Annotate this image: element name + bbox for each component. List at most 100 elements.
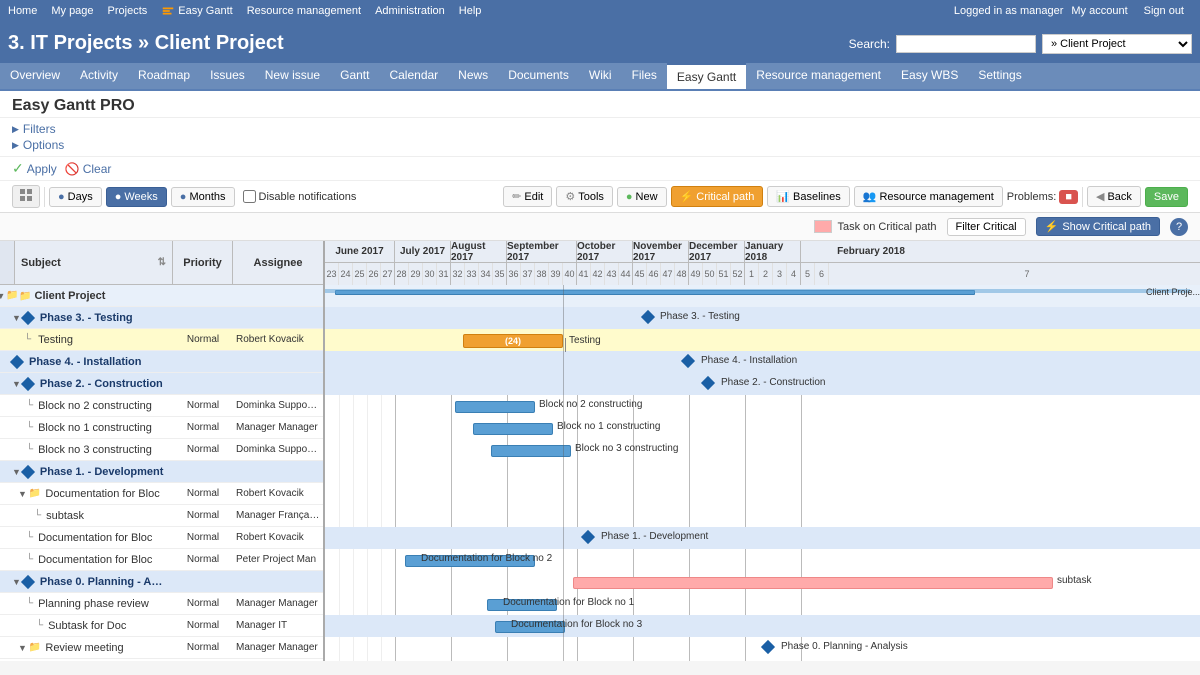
days-button[interactable]: ● Days <box>49 187 102 207</box>
weeks-icon: ● <box>115 191 122 203</box>
nav-help[interactable]: Help <box>459 5 482 17</box>
tab-easy-wbs[interactable]: Easy WBS <box>891 63 968 89</box>
week-5: 5 <box>801 263 815 285</box>
nav-mypage[interactable]: My page <box>51 5 93 17</box>
gantt-left-header: Subject ⇅ Priority Assignee <box>0 241 323 285</box>
block1-assignee: Manager Manager <box>233 422 323 433</box>
subject-header[interactable]: Subject ⇅ <box>15 241 173 284</box>
expand-doc[interactable]: ▼ <box>18 489 27 499</box>
review-group-name: Review meeting <box>43 642 173 654</box>
expand-icon[interactable]: ▼ <box>0 291 5 301</box>
nav-projects[interactable]: Projects <box>108 5 148 17</box>
sort-icon[interactable]: ⇅ <box>158 257 166 268</box>
indent-subtask: └ <box>34 510 41 521</box>
help-button[interactable]: ? <box>1170 218 1188 236</box>
back-button[interactable]: ◀ Back <box>1087 186 1141 207</box>
critical-path-button[interactable]: ⚡ Critical path <box>671 186 764 207</box>
indent-doc2: └ <box>26 532 33 543</box>
tab-settings[interactable]: Settings <box>968 63 1031 89</box>
bar-block1[interactable] <box>473 423 553 435</box>
search-input[interactable] <box>896 35 1036 53</box>
week-4: 4 <box>787 263 801 285</box>
phase3-name: Phase 3. - Testing <box>36 312 173 324</box>
filter-critical-button[interactable]: Filter Critical <box>947 218 1026 236</box>
separator-2 <box>1082 187 1083 207</box>
problems-badge: ■ <box>1059 190 1078 204</box>
week-1: 1 <box>745 263 759 285</box>
tab-files[interactable]: Files <box>622 63 667 89</box>
title-search-bar: 3. IT Projects » Client Project Search: … <box>0 22 1200 63</box>
bar-testing[interactable]: (24) <box>463 334 563 348</box>
block3-priority: Normal <box>173 444 233 455</box>
month-sep17: September 2017 <box>507 241 577 262</box>
edit-button[interactable]: ✏ Edit <box>503 186 552 207</box>
row-client-project: ▼ 📁 📁 Client Project <box>0 285 323 307</box>
filters-toggle[interactable]: ▶ Filters <box>12 121 1188 137</box>
label-phase0: Phase 0. Planning - Analysis <box>781 641 908 652</box>
nav-resource-management[interactable]: Resource management <box>247 5 361 17</box>
gantt-time-header: June 2017 July 2017 August 2017 Septembe… <box>325 241 1200 285</box>
month-nov17: November 2017 <box>633 241 689 262</box>
week-3: 3 <box>773 263 787 285</box>
months-button[interactable]: ● Months <box>171 187 235 207</box>
baselines-button[interactable]: 📊 Baselines <box>767 186 849 207</box>
tab-documents[interactable]: Documents <box>498 63 579 89</box>
row-phase3: ▼ Phase 3. - Testing <box>0 307 323 329</box>
row-subtask-doc: └ Subtask for Doc Normal Manager IT <box>0 615 323 637</box>
review-group-priority: Normal <box>173 642 233 653</box>
week-49: 49 <box>689 263 703 285</box>
search-select[interactable]: » Client Project <box>1042 34 1192 54</box>
label-block3: Block no 3 constructing <box>575 443 678 454</box>
apply-button[interactable]: ✓ Apply <box>12 160 57 177</box>
tab-overview[interactable]: Overview <box>0 63 70 89</box>
month-dec17: December 2017 <box>689 241 745 262</box>
nav-easy-gantt[interactable]: Easy Gantt <box>178 5 232 17</box>
bar-block2[interactable] <box>455 401 535 413</box>
task-indent-icon: └ <box>24 334 31 345</box>
critical-path-legend: Task on Critical path <box>814 220 936 233</box>
week-32: 32 <box>451 263 465 285</box>
tab-activity[interactable]: Activity <box>70 63 128 89</box>
tab-gantt[interactable]: Gantt <box>330 63 379 89</box>
tab-wiki[interactable]: Wiki <box>579 63 622 89</box>
row-block1: └ Block no 1 constructing Normal Manager… <box>0 417 323 439</box>
row-doc-bloc: ▼ 📁 Documentation for Bloc Normal Robert… <box>0 483 323 505</box>
save-button[interactable]: Save <box>1145 187 1188 207</box>
resource-management-button[interactable]: 👥 Resource management <box>854 186 1003 207</box>
month-aug17: August 2017 <box>451 241 507 262</box>
options-toggle[interactable]: ▶ Options <box>12 137 1188 153</box>
tab-calendar[interactable]: Calendar <box>379 63 448 89</box>
my-account-link[interactable]: My account <box>1071 5 1127 17</box>
block1-name: Block no 1 constructing <box>36 422 173 434</box>
month-jan18: January 2018 <box>745 241 801 262</box>
tab-resource-management[interactable]: Resource management <box>746 63 891 89</box>
tab-roadmap[interactable]: Roadmap <box>128 63 200 89</box>
tab-news[interactable]: News <box>448 63 498 89</box>
show-critical-path-button[interactable]: ⚡ Show Critical path <box>1036 217 1160 236</box>
bar-block3[interactable] <box>491 445 571 457</box>
tab-issues[interactable]: Issues <box>200 63 255 89</box>
grid-view-button[interactable] <box>12 185 40 208</box>
rowbg-2 <box>325 329 1200 351</box>
bar-subtask[interactable] <box>573 577 1053 589</box>
disable-notifications-label[interactable]: Disable notifications <box>243 190 357 203</box>
tools-button[interactable]: ⚙ Tools <box>556 186 613 207</box>
label-phase2: Phase 2. - Construction <box>721 377 826 388</box>
weeks-button[interactable]: ● Weeks <box>106 187 167 207</box>
disable-notifications-checkbox[interactable] <box>243 190 256 203</box>
label-block1: Block no 1 constructing <box>557 421 660 432</box>
clear-button[interactable]: 🚫 Clear <box>65 162 112 176</box>
tab-easy-gantt[interactable]: Easy Gantt <box>667 63 746 89</box>
sign-out-link[interactable]: Sign out <box>1144 5 1184 17</box>
search-label: Search: <box>849 37 890 51</box>
week-33: 33 <box>465 263 479 285</box>
diamond-icon-phase4 <box>10 354 24 368</box>
filters-label: Filters <box>23 122 56 136</box>
nav-administration[interactable]: Administration <box>375 5 445 17</box>
assignee-header: Assignee <box>233 241 323 284</box>
nav-home[interactable]: Home <box>8 5 37 17</box>
new-button[interactable]: ● New <box>617 187 667 207</box>
tab-new-issue[interactable]: New issue <box>255 63 330 89</box>
expand-review[interactable]: ▼ <box>18 643 27 653</box>
diamond-icon-phase3 <box>21 310 35 324</box>
